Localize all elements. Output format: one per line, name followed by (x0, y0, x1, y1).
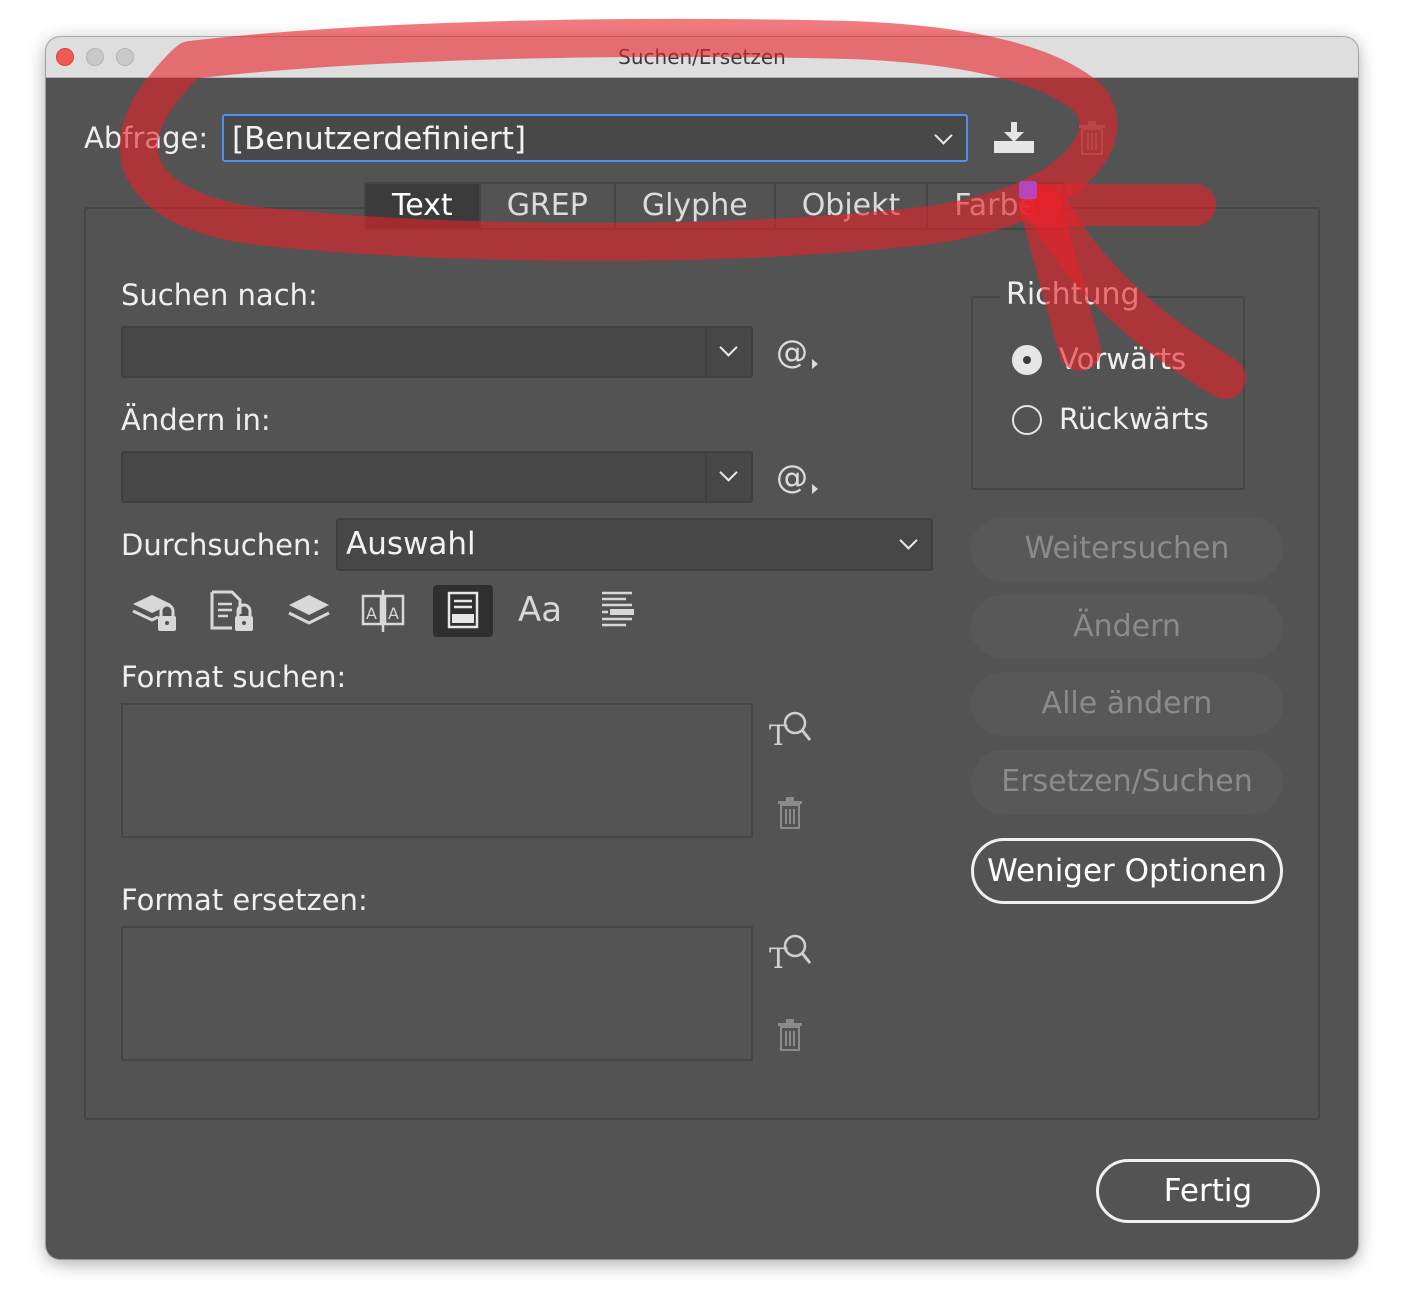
save-query-button[interactable] (992, 121, 1040, 157)
radio-backward-label[interactable]: Rückwärts (1059, 402, 1209, 436)
save-icon (994, 122, 1034, 153)
find-change-dialog: Suchen/Ersetzen Abfrage: [Benutzerdefini… (46, 37, 1358, 1259)
clear-change-format-button[interactable] (777, 1019, 803, 1051)
radio-forward-label[interactable]: Vorwärts (1059, 342, 1186, 376)
whole-word-icon (602, 591, 634, 627)
tab-glyph[interactable]: Glyphe (616, 184, 776, 228)
locked-stories-icon (210, 590, 253, 631)
whole-word-button[interactable] (598, 588, 638, 634)
format-replace-label: Format ersetzen: (121, 883, 368, 917)
title-bar: Suchen/Ersetzen (46, 37, 1358, 78)
scope-value: Auswahl (346, 526, 476, 562)
radio-forward[interactable] (1012, 345, 1042, 375)
direction-title: Richtung (1000, 277, 1146, 312)
svg-text:@: @ (776, 458, 808, 496)
search-history-button[interactable] (705, 328, 751, 376)
format-replace-box[interactable] (121, 926, 753, 1061)
query-dropdown[interactable]: [Benutzerdefiniert] (222, 114, 968, 162)
format-search-icon: T (769, 934, 812, 975)
delete-query-button[interactable] (1078, 121, 1108, 157)
search-special-chars-button[interactable]: @ (776, 333, 824, 373)
change-button[interactable]: Ändern (971, 595, 1283, 659)
direction-group (971, 296, 1245, 490)
special-characters-icon: @ (776, 458, 818, 496)
case-sensitive-button[interactable]: Aa (518, 590, 566, 630)
replace-special-chars-button[interactable]: @ (776, 458, 824, 498)
query-label: Abfrage: (84, 121, 209, 155)
chevron-down-icon (719, 463, 738, 482)
find-next-button[interactable]: Weitersuchen (971, 517, 1283, 581)
include-locked-layers-button[interactable] (130, 588, 180, 634)
replace-history-button[interactable] (705, 453, 751, 501)
scope-label: Durchsuchen: (121, 528, 322, 562)
trash-icon (1079, 121, 1105, 155)
include-footnotes-button[interactable] (433, 585, 493, 637)
tab-text[interactable]: Text (366, 184, 481, 228)
tab-object[interactable]: Objekt (776, 184, 929, 228)
include-master-pages-button[interactable]: A A (360, 588, 406, 634)
radio-backward[interactable] (1012, 405, 1042, 435)
footnotes-icon (447, 591, 479, 629)
change-find-button[interactable]: Ersetzen/Suchen (971, 750, 1283, 814)
format-search-icon: T (769, 711, 812, 752)
trash-icon (778, 1019, 802, 1051)
format-search-box[interactable] (121, 703, 753, 838)
tab-color[interactable]: Farbe (928, 184, 1063, 228)
special-characters-icon: @ (776, 333, 818, 371)
svg-text:A: A (366, 604, 377, 623)
done-button[interactable]: Fertig (1096, 1159, 1320, 1223)
hidden-layers-icon (288, 595, 330, 625)
specify-change-format-button[interactable]: T (768, 932, 812, 975)
window-title: Suchen/Ersetzen (618, 45, 786, 69)
chevron-down-icon (934, 126, 953, 145)
trash-icon (778, 797, 802, 829)
scope-dropdown[interactable]: Auswahl (336, 518, 933, 571)
chevron-down-icon (719, 338, 738, 357)
include-hidden-layers-button[interactable] (286, 590, 332, 632)
replace-label: Ändern in: (121, 403, 271, 437)
include-locked-stories-button[interactable] (208, 588, 258, 634)
search-label: Suchen nach: (121, 278, 318, 312)
tab-bar: Text GREP Glyphe Objekt Farbe (364, 182, 1066, 230)
fewer-options-button[interactable]: Weniger Optionen (971, 838, 1283, 904)
query-value: [Benutzerdefiniert] (232, 121, 527, 157)
master-pages-icon: A A (361, 590, 405, 632)
tab-grep[interactable]: GREP (481, 184, 616, 228)
search-combobox[interactable] (121, 326, 753, 378)
replace-combobox[interactable] (121, 451, 753, 503)
chevron-down-icon (899, 531, 918, 550)
specify-find-format-button[interactable]: T (768, 709, 812, 752)
svg-text:@: @ (776, 333, 808, 371)
change-all-button[interactable]: Alle ändern (971, 672, 1283, 736)
locked-layers-icon (132, 595, 176, 631)
svg-text:A: A (388, 604, 399, 623)
format-search-label: Format suchen: (121, 660, 347, 694)
case-sensitive-icon: Aa (518, 590, 563, 630)
clear-find-format-button[interactable] (777, 797, 803, 829)
